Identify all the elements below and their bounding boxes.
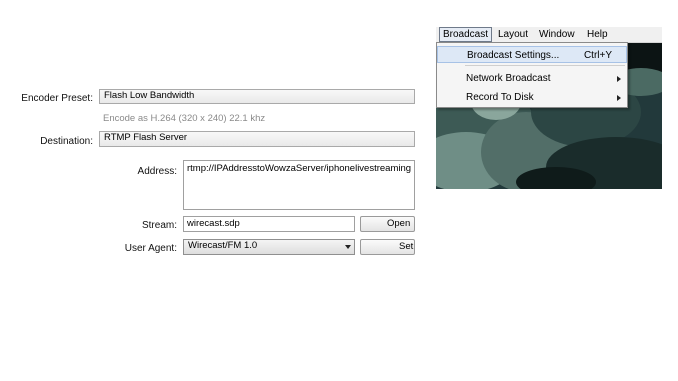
- stream-value: wirecast.sdp: [187, 218, 240, 229]
- encode-hint: Encode as H.264 (320 x 240) 22.1 khz: [103, 113, 266, 124]
- destination-value: RTMP Flash Server: [104, 132, 188, 143]
- broadcast-dropdown-menu: Broadcast Settings... Ctrl+Y Network Bro…: [436, 42, 628, 108]
- user-agent-value: Wirecast/FM 1.0: [188, 240, 258, 251]
- broadcast-settings-shortcut: Ctrl+Y: [583, 50, 612, 61]
- menu-bar: Broadcast Layout Window Help: [436, 27, 662, 43]
- submenu-arrow-icon: [617, 76, 621, 82]
- stream-label: Stream:: [141, 220, 177, 231]
- stream-input[interactable]: wirecast.sdp: [183, 216, 355, 232]
- menu-window[interactable]: Window: [539, 28, 575, 41]
- destination-label: Destination:: [40, 136, 93, 147]
- encoder-preset-dropdown[interactable]: Flash Low Bandwidth: [99, 89, 415, 104]
- submenu-arrow-icon: [617, 95, 621, 101]
- address-label: Address:: [137, 166, 177, 177]
- menu-separator: [465, 65, 625, 66]
- open-button[interactable]: Open: [360, 216, 415, 232]
- address-textarea[interactable]: rtmp://IPAddresstoWowzaServer/iphonelive…: [183, 160, 415, 210]
- open-button-label: Open: [387, 218, 411, 229]
- menu-layout[interactable]: Layout: [498, 28, 528, 41]
- set-button-label: Set: [399, 241, 414, 252]
- user-agent-dropdown[interactable]: Wirecast/FM 1.0: [183, 239, 355, 255]
- encoder-preset-label: Encoder Preset:: [21, 93, 93, 104]
- menu-item-network-broadcast[interactable]: Network Broadcast: [437, 70, 627, 87]
- menu-broadcast[interactable]: Broadcast: [439, 27, 493, 42]
- user-agent-label: User Agent:: [124, 243, 177, 254]
- destination-dropdown[interactable]: RTMP Flash Server: [99, 131, 415, 147]
- record-to-disk-label: Record To Disk: [466, 92, 534, 103]
- encoder-preset-value: Flash Low Bandwidth: [104, 90, 195, 101]
- menu-help[interactable]: Help: [587, 28, 608, 41]
- network-broadcast-label: Network Broadcast: [466, 73, 551, 84]
- chevron-down-icon: [345, 245, 351, 249]
- broadcast-settings-label: Broadcast Settings...: [467, 50, 560, 61]
- set-button[interactable]: Set: [360, 239, 415, 255]
- menu-item-record-to-disk[interactable]: Record To Disk: [437, 89, 627, 106]
- address-value: rtmp://IPAddresstoWowzaServer/iphonelive…: [187, 163, 412, 174]
- menu-item-broadcast-settings[interactable]: Broadcast Settings... Ctrl+Y: [437, 46, 627, 63]
